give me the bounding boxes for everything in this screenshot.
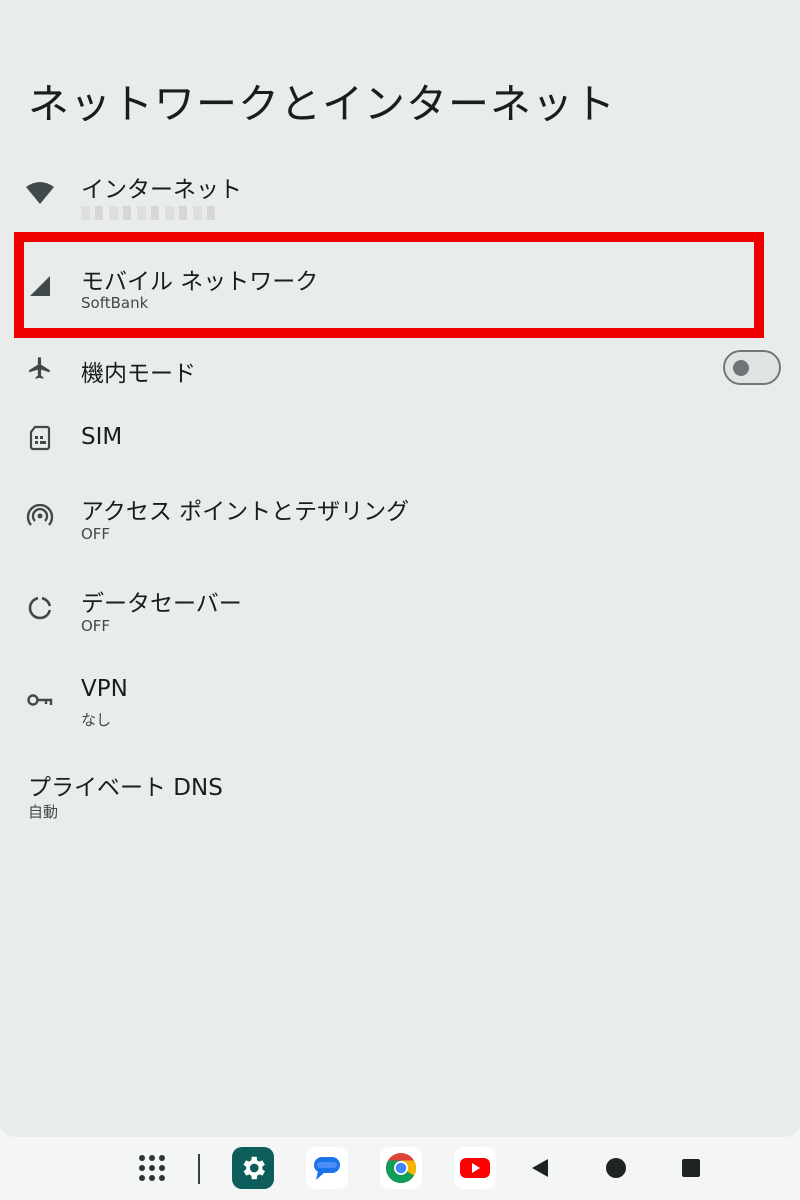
airplane-icon xyxy=(24,352,56,384)
private-dns-summary: 自動 xyxy=(28,803,59,821)
sim-item[interactable]: SIM xyxy=(0,410,800,466)
hotspot-summary: OFF xyxy=(81,525,111,543)
page-title: ネットワークとインターネット xyxy=(28,80,616,128)
settings-screen: ネットワークとインターネット インターネット モバイル ネットワーク SoftB… xyxy=(0,0,800,1137)
hotspot-icon xyxy=(24,500,56,532)
home-icon[interactable] xyxy=(603,1155,629,1181)
taskbar xyxy=(0,1137,800,1200)
hotspot-item[interactable]: アクセス ポイントとテザリング OFF xyxy=(0,480,800,560)
sim-title: SIM xyxy=(81,424,123,450)
vpn-title: VPN xyxy=(81,676,128,702)
vpn-summary: なし xyxy=(81,711,112,729)
internet-item[interactable]: インターネット xyxy=(0,160,800,236)
cell-signal-icon xyxy=(24,270,56,302)
mobile-network-title: モバイル ネットワーク xyxy=(81,269,319,295)
messages-app-icon[interactable] xyxy=(306,1147,348,1189)
internet-summary-redacted xyxy=(81,206,221,220)
chrome-app-icon[interactable] xyxy=(380,1147,422,1189)
wifi-icon xyxy=(24,177,56,209)
mobile-network-item[interactable]: モバイル ネットワーク SoftBank xyxy=(0,242,800,332)
data-saver-item[interactable]: データセーバー OFF xyxy=(0,572,800,652)
app-drawer-icon[interactable] xyxy=(134,1150,170,1186)
airplane-mode-item[interactable]: 機内モード xyxy=(0,340,800,396)
private-dns-item[interactable]: プライベート DNS 自動 xyxy=(0,756,800,836)
data-saver-summary: OFF xyxy=(81,617,111,635)
taskbar-divider xyxy=(198,1154,200,1184)
vpn-key-icon xyxy=(24,684,56,716)
mobile-network-summary: SoftBank xyxy=(81,294,149,312)
recents-icon[interactable] xyxy=(678,1155,704,1181)
back-icon[interactable] xyxy=(527,1155,553,1181)
data-saver-icon xyxy=(24,592,56,624)
youtube-app-icon[interactable] xyxy=(454,1147,496,1189)
settings-app-icon[interactable] xyxy=(232,1147,274,1189)
toggle-knob xyxy=(733,360,749,376)
airplane-mode-title: 機内モード xyxy=(81,361,196,387)
airplane-mode-toggle[interactable] xyxy=(723,350,781,385)
private-dns-title: プライベート DNS xyxy=(28,775,223,801)
sim-card-icon xyxy=(24,422,56,454)
internet-title: インターネット xyxy=(81,177,242,203)
hotspot-title: アクセス ポイントとテザリング xyxy=(81,499,410,525)
data-saver-title: データセーバー xyxy=(81,591,242,617)
vpn-item[interactable]: VPN なし xyxy=(0,664,800,744)
